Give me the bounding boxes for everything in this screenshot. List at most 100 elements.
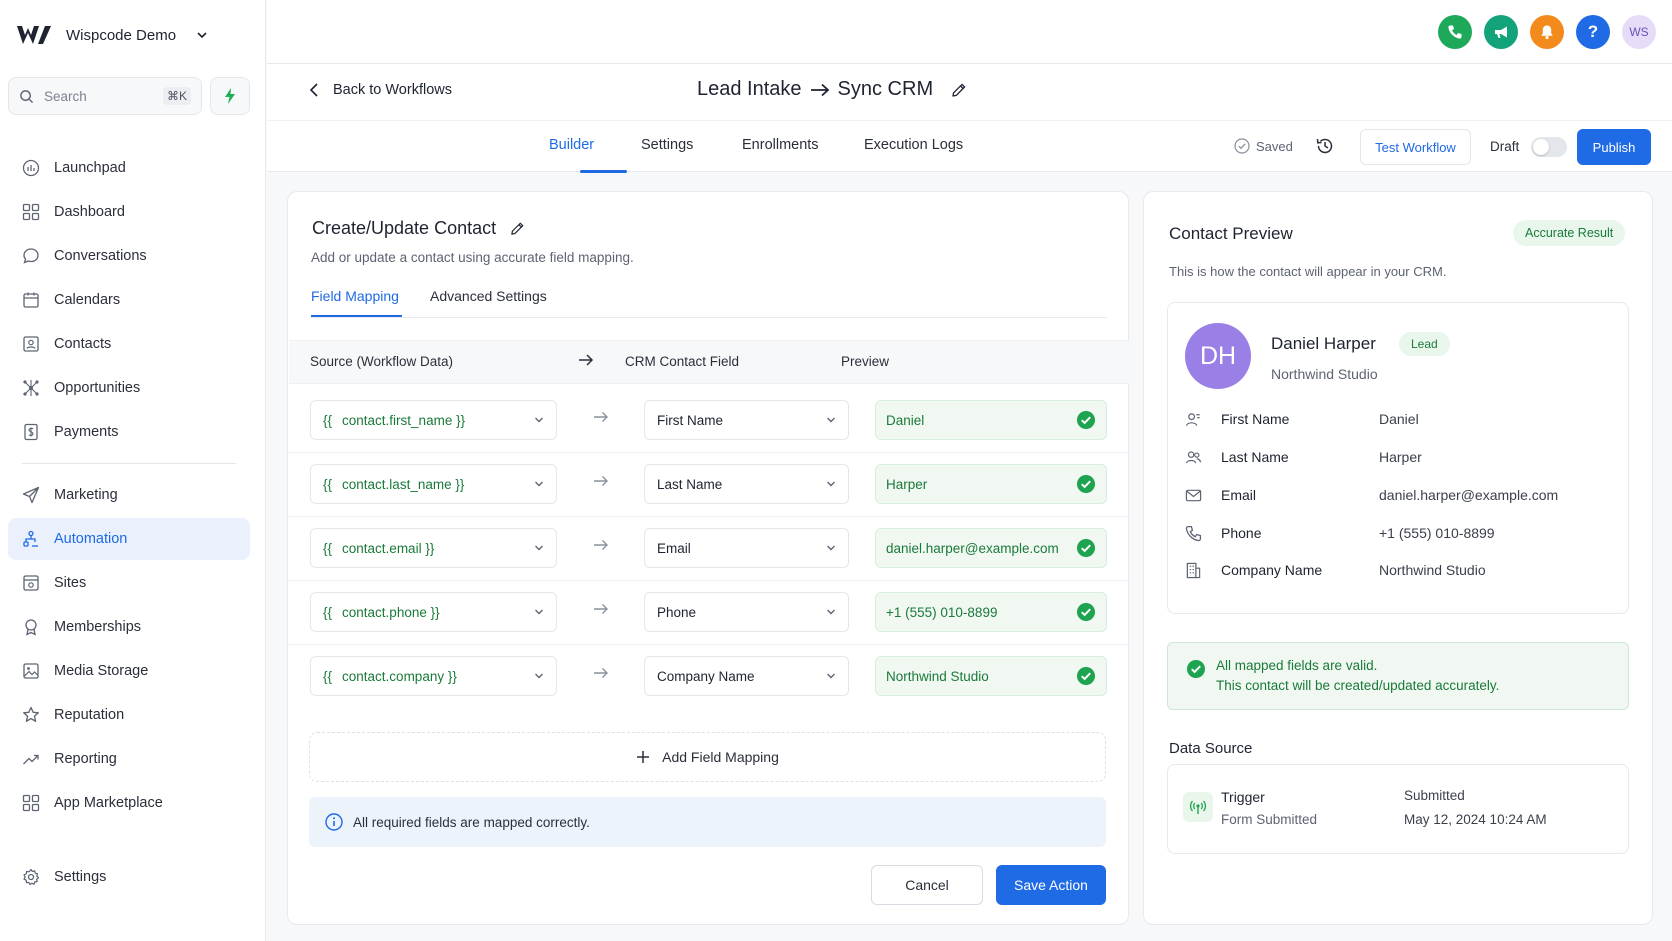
phone-icon xyxy=(1185,525,1203,542)
source-open-brace: {{ xyxy=(323,668,333,684)
badge-icon xyxy=(22,618,40,636)
sidebar-item-launchpad[interactable]: Launchpad xyxy=(8,147,250,189)
quick-action-button[interactable] xyxy=(210,77,250,115)
sidebar-item-label: Opportunities xyxy=(54,380,141,396)
sidebar-divider xyxy=(22,463,236,464)
preview-value: daniel.harper@example.com xyxy=(875,528,1107,568)
sites-icon xyxy=(22,574,40,592)
sidebar-item-sites[interactable]: Sites xyxy=(8,562,250,604)
sidebar-item-memberships[interactable]: Memberships xyxy=(8,606,250,648)
user-avatar[interactable]: WS xyxy=(1622,15,1656,49)
info-banner: All required fields are mapped correctly… xyxy=(309,797,1106,847)
sidebar-item-reporting[interactable]: Reporting xyxy=(8,738,250,780)
data-source-card: Trigger Form Submitted Submitted May 12,… xyxy=(1167,764,1629,854)
info-text: All required fields are mapped correctly… xyxy=(353,814,590,830)
source-select[interactable]: {{contact.phone }} xyxy=(310,592,557,632)
sidebar-item-media-storage[interactable]: Media Storage xyxy=(8,650,250,692)
action-subtabs: Field Mapping Advanced Settings xyxy=(310,276,1107,318)
test-workflow-button[interactable]: Test Workflow xyxy=(1360,129,1471,165)
automation-icon xyxy=(22,530,40,548)
sidebar-item-label: Settings xyxy=(54,869,107,885)
preview-value: Northwind Studio xyxy=(875,656,1107,696)
tab-advanced-settings[interactable]: Advanced Settings xyxy=(430,288,547,304)
source-select[interactable]: {{contact.email }} xyxy=(310,528,557,568)
sidebar-item-marketing[interactable]: Marketing xyxy=(8,474,250,516)
mail-icon xyxy=(1185,487,1203,504)
building-icon xyxy=(1185,562,1203,579)
chevron-down-icon xyxy=(534,415,544,425)
contact-avatar: DH xyxy=(1185,323,1251,389)
workflow-title: Lead Intake Sync CRM xyxy=(697,78,967,101)
crm-field-select[interactable]: Phone xyxy=(644,592,849,632)
crm-field-select[interactable]: Email xyxy=(644,528,849,568)
phone-button[interactable] xyxy=(1438,15,1472,49)
check-circle-icon xyxy=(1076,538,1096,558)
sidebar-item-label: Calendars xyxy=(54,292,121,308)
search-input[interactable]: Search ⌘K xyxy=(8,77,202,115)
lead-badge: Lead xyxy=(1399,332,1450,356)
source-name: contact.first_name xyxy=(342,412,453,428)
sidebar-item-calendars[interactable]: Calendars xyxy=(8,279,250,321)
announcements-button[interactable] xyxy=(1484,15,1518,49)
crm-field-value: Email xyxy=(657,540,691,556)
crm-field-select[interactable]: Company Name xyxy=(644,656,849,696)
table-row: {{contact.company }} Company Name Northw… xyxy=(289,641,1129,709)
edit-action-icon[interactable] xyxy=(510,221,525,236)
crm-field-select[interactable]: Last Name xyxy=(644,464,849,504)
sidebar-item-payments[interactable]: Payments xyxy=(8,411,250,453)
phone-icon xyxy=(1447,24,1463,40)
field-key: First Name xyxy=(1221,411,1290,427)
sidebar-item-contacts[interactable]: Contacts xyxy=(8,323,250,365)
validation-line-2: This contact will be created/updated acc… xyxy=(1216,678,1500,693)
field-value: daniel.harper@example.com xyxy=(1379,487,1559,503)
history-icon[interactable] xyxy=(1315,136,1335,156)
action-editor: Create/Update Contact Add or update a co… xyxy=(287,191,1129,925)
cancel-button[interactable]: Cancel xyxy=(871,865,983,905)
sidebar-item-label: App Marketplace xyxy=(54,795,163,811)
crm-field-value: First Name xyxy=(657,412,724,428)
tab-enrollments[interactable]: Enrollments xyxy=(742,137,819,153)
contact-company: Northwind Studio xyxy=(1271,366,1378,382)
back-to-workflows-link[interactable]: Back to Workflows xyxy=(295,82,452,98)
tab-field-mapping[interactable]: Field Mapping xyxy=(311,288,399,304)
field-key: Last Name xyxy=(1221,449,1289,465)
sidebar-item-opportunities[interactable]: Opportunities xyxy=(8,367,250,409)
preview-text: Northwind Studio xyxy=(886,668,989,684)
lightning-icon xyxy=(224,88,236,104)
notifications-button[interactable] xyxy=(1530,15,1564,49)
workflow-title-right: Sync CRM xyxy=(837,78,934,100)
publish-button[interactable]: Publish xyxy=(1577,129,1651,165)
source-value: contact.email }} xyxy=(342,541,534,556)
sidebar-item-conversations[interactable]: Conversations xyxy=(8,235,250,277)
source-select[interactable]: {{contact.company }} xyxy=(310,656,557,696)
workspace-switcher[interactable]: Wispcode Demo xyxy=(16,18,208,52)
source-select[interactable]: {{contact.first_name }} xyxy=(310,400,557,440)
sidebar-item-automation[interactable]: Automation xyxy=(8,518,250,560)
sidebar-item-reputation[interactable]: Reputation xyxy=(8,694,250,736)
sidebar-item-app-marketplace[interactable]: App Marketplace xyxy=(8,782,250,824)
edit-title-icon[interactable] xyxy=(951,82,967,98)
table-row: {{contact.phone }} Phone +1 (555) 010-88… xyxy=(289,577,1129,645)
table-row: {{contact.first_name }} First Name Danie… xyxy=(289,385,1129,453)
add-field-mapping-button[interactable]: Add Field Mapping xyxy=(309,732,1106,782)
source-open-brace: {{ xyxy=(323,604,333,620)
source-close-brace: }} xyxy=(425,540,435,556)
source-open-brace: {{ xyxy=(323,476,333,492)
sidebar-item-settings[interactable]: Settings xyxy=(8,856,250,898)
question-icon: ? xyxy=(1587,22,1599,41)
gear-icon xyxy=(22,868,40,886)
tab-builder[interactable]: Builder xyxy=(549,137,594,153)
save-action-button[interactable]: Save Action xyxy=(996,865,1106,905)
contact-field-row: Last Name Harper xyxy=(1185,445,1615,469)
publish-toggle[interactable] xyxy=(1531,137,1567,157)
tab-settings[interactable]: Settings xyxy=(641,137,693,153)
help-button[interactable]: ? xyxy=(1576,15,1610,49)
sidebar-item-dashboard[interactable]: Dashboard xyxy=(8,191,250,233)
tab-execution-logs[interactable]: Execution Logs xyxy=(864,137,963,153)
info-icon xyxy=(325,813,343,831)
field-key: Phone xyxy=(1221,525,1262,541)
crm-field-select[interactable]: First Name xyxy=(644,400,849,440)
check-circle-icon xyxy=(1076,410,1096,430)
table-row: {{contact.email }} Email daniel.harper@e… xyxy=(289,513,1129,581)
source-select[interactable]: {{contact.last_name }} xyxy=(310,464,557,504)
